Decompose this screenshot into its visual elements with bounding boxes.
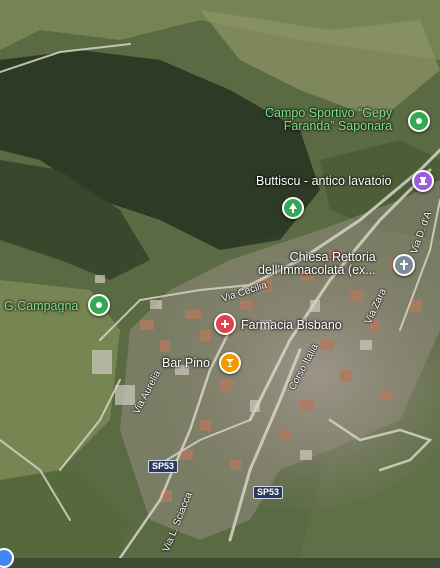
poi-bar-pino-label: Bar Pino [162, 356, 210, 370]
pharmacy-icon[interactable] [214, 313, 236, 335]
sports-pin-icon[interactable] [408, 110, 430, 132]
pin-icon[interactable] [88, 294, 110, 316]
poi-buttiscu-label: Buttiscu - antico lavatoio [256, 174, 392, 188]
satellite-map[interactable] [0, 0, 440, 558]
poi-campo-sportivo-line2: Faranda” Saponara [283, 119, 393, 133]
poi-buttiscu[interactable]: Buttiscu - antico lavatoio [256, 175, 392, 188]
cocktail-icon[interactable] [219, 352, 241, 374]
poi-chiesa[interactable]: Chiesa Rettoria dell'Immacolata (ex... [258, 251, 376, 277]
poi-farmacia[interactable]: Farmacia Bisbano [241, 319, 342, 332]
poi-bar-pino[interactable]: Bar Pino [162, 357, 210, 370]
poi-farmacia-label: Farmacia Bisbano [241, 318, 342, 332]
poi-g-campagna[interactable]: G.Campagna [4, 300, 78, 313]
route-shield-sp53: SP53 [253, 486, 284, 499]
cross-icon[interactable] [393, 254, 415, 276]
poi-campo-sportivo[interactable]: Campo Sportivo “Gepy Faranda” Saponara [265, 107, 392, 133]
poi-chiesa-line2: dell'Immacolata (ex... [258, 263, 376, 277]
landmark-icon[interactable] [412, 170, 434, 192]
tree-icon[interactable] [282, 197, 304, 219]
route-shield-sp53: SP53 [148, 460, 179, 473]
location-dot-icon [0, 548, 14, 568]
poi-g-campagna-label: G.Campagna [4, 299, 79, 313]
